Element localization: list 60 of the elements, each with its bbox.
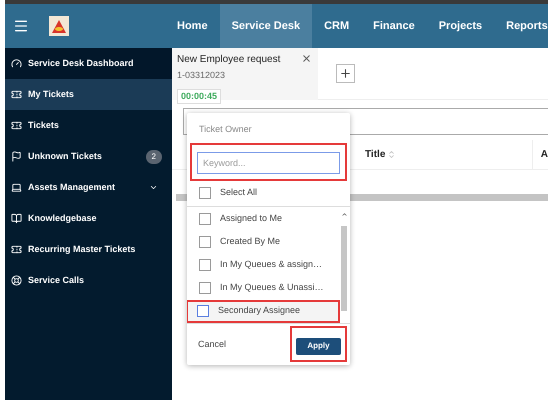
- ticket-icon: [11, 89, 22, 100]
- logo-icon: [49, 16, 69, 36]
- sidebar-label: Assets Management: [28, 180, 116, 194]
- checkbox[interactable]: [199, 236, 211, 248]
- option-label[interactable]: Secondary Assignee: [218, 304, 300, 318]
- column-header[interactable]: A: [532, 140, 548, 169]
- timer: 00:00:45: [177, 88, 222, 104]
- book-icon: [11, 213, 22, 224]
- ticket-number: 1-03312023: [177, 69, 226, 82]
- nav-tab[interactable]: Finance: [361, 4, 427, 48]
- sidebar-label: Service Calls: [28, 274, 86, 287]
- sidebar-label: Unknown Tickets: [28, 150, 103, 163]
- sidebar-label: My Tickets: [28, 88, 75, 101]
- sidebar-label: Tickets: [28, 118, 60, 132]
- nav-tab[interactable]: CRM: [312, 4, 362, 48]
- option-label[interactable]: In My Queues & Unassi…: [220, 281, 324, 295]
- option-label[interactable]: Select All: [220, 186, 258, 200]
- sidebar-item[interactable]: Service Calls: [5, 265, 172, 296]
- lifebuoy-icon: [11, 275, 22, 286]
- sidebar-item[interactable]: Recurring Master Tickets: [5, 234, 172, 265]
- keyword-field[interactable]: Keyword...: [197, 152, 340, 174]
- sidebar-label: Service Desk Dashboard: [28, 56, 135, 70]
- sidebar-item[interactable]: My Tickets: [5, 79, 172, 110]
- tab-title: New Employee request: [177, 53, 280, 67]
- nav-tab[interactable]: Projects: [426, 4, 494, 48]
- checkbox[interactable]: [199, 187, 211, 199]
- sort-icon[interactable]: [387, 150, 396, 159]
- sidebar-item[interactable]: Service Desk Dashboard: [5, 48, 172, 79]
- count-badge: 2: [146, 150, 162, 164]
- nav-tab[interactable]: Service Desk: [220, 4, 312, 48]
- flag-icon: [11, 151, 22, 162]
- sidebar-label: Recurring Master Tickets: [28, 242, 136, 256]
- ticket-icon: [11, 244, 22, 255]
- sidebar-item[interactable]: Knowledgebase: [5, 203, 172, 234]
- nav-tab[interactable]: Home: [165, 4, 220, 48]
- scroll-up-icon[interactable]: [340, 210, 348, 218]
- option-label[interactable]: Assigned to Me: [220, 212, 282, 226]
- ticket-icon: [11, 120, 22, 131]
- nav-tab[interactable]: Reports: [494, 4, 556, 48]
- popup-title: Ticket Owner: [198, 123, 253, 136]
- option-label[interactable]: Created By Me: [220, 235, 280, 249]
- checkbox[interactable]: [199, 259, 211, 271]
- cancel-button[interactable]: Cancel: [198, 338, 226, 351]
- sidebar-item[interactable]: Tickets: [5, 110, 172, 141]
- chevron-icon[interactable]: [149, 183, 158, 192]
- plus-icon: [339, 67, 352, 80]
- close-icon[interactable]: [301, 53, 312, 64]
- checkbox[interactable]: [199, 282, 211, 294]
- checkbox[interactable]: [199, 213, 211, 225]
- apply-button[interactable]: Apply: [296, 338, 341, 355]
- sidebar-item[interactable]: Unknown Tickets 2: [5, 141, 172, 172]
- menu-icon[interactable]: [13, 18, 29, 34]
- checkbox[interactable]: [197, 305, 209, 317]
- sidebar-label: Knowledgebase: [28, 212, 98, 225]
- add-tab-button[interactable]: [336, 64, 355, 83]
- option-label[interactable]: In My Queues & assign…: [220, 258, 322, 272]
- column-header[interactable]: Title: [365, 147, 396, 162]
- gauge-icon: [11, 58, 22, 69]
- sidebar-item[interactable]: Assets Management: [5, 172, 172, 203]
- laptop-icon: [11, 182, 22, 193]
